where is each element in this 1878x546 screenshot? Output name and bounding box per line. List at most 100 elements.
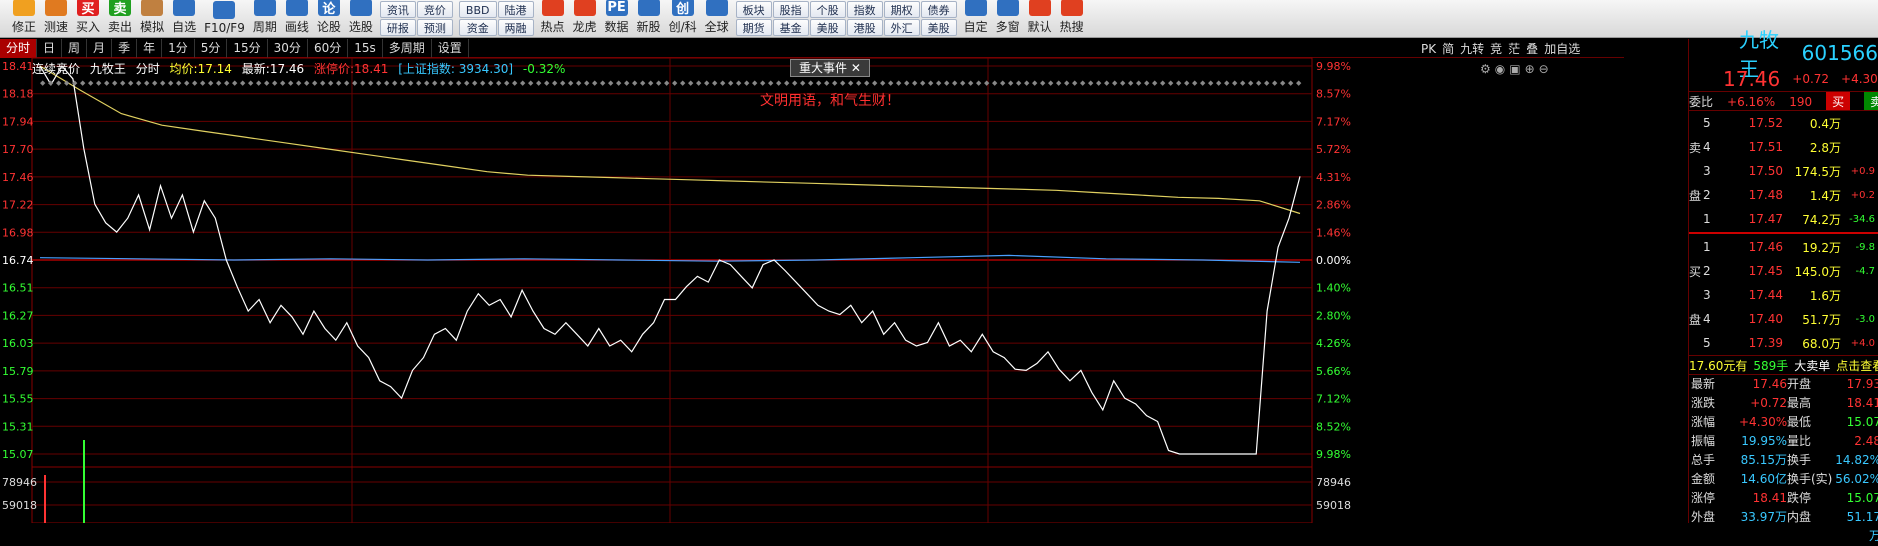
limit-label: 涨停价:: [314, 62, 355, 76]
event-marker: ◆: [1088, 79, 1094, 87]
buy-button[interactable]: 买: [1826, 92, 1851, 110]
event-marker: ◆: [728, 79, 734, 87]
limit-value: 18.41: [354, 62, 389, 76]
stat-value: 85.15万: [1740, 453, 1787, 467]
asks-level-1[interactable]: 5 17.52 0.4万: [1689, 111, 1878, 135]
event-marker: ◆: [592, 79, 598, 87]
event-marker: ◆: [1000, 79, 1006, 87]
event-marker: ◆: [872, 79, 878, 87]
chart-header: 连续竞价 九牧王 分时 均价:17.14 最新:17.46 涨停价:18.41 …: [32, 60, 1312, 76]
event-marker: ◆: [608, 79, 614, 87]
y-tick-right: 7.17%: [1316, 115, 1351, 128]
y-tick-right: 5.72%: [1316, 143, 1351, 156]
event-marker: ◆: [1232, 79, 1238, 87]
event-marker: ◆: [152, 79, 158, 87]
y-tick-left: 16.98: [2, 226, 34, 239]
asks-level-3[interactable]: 3 17.50 174.5万 +0.9: [1689, 159, 1878, 183]
event-marker: ◆: [888, 79, 894, 87]
level-change: +0.9: [1850, 165, 1875, 177]
zoom-out-icon[interactable]: ⊖: [1539, 62, 1549, 76]
stat-row: 涨停 18.41 跌停 15.07: [1689, 489, 1878, 508]
level-price: 17.45: [1748, 264, 1783, 278]
event-marker: ◆: [664, 79, 670, 87]
asks-level-2[interactable]: 卖 4 17.51 2.8万: [1689, 135, 1878, 159]
event-marker: ◆: [848, 79, 854, 87]
event-marker: ◆: [416, 79, 422, 87]
level-change: -9.8: [1855, 241, 1875, 253]
event-marker: ◆: [1128, 79, 1134, 87]
webi-value: +6.16%: [1727, 95, 1776, 109]
y-tick-right: 8.52%: [1316, 420, 1351, 433]
index-label[interactable]: [上证指数: 3934.30]: [398, 62, 513, 76]
event-marker: ◆: [616, 79, 622, 87]
event-marker: ◆: [1280, 79, 1286, 87]
stat-value: 18.41: [1752, 491, 1787, 505]
big-order-link[interactable]: 点击查看: [1836, 356, 1878, 374]
stat-label: 内盘: [1787, 510, 1812, 524]
stock-name: 九牧王: [89, 62, 126, 76]
settings-icon[interactable]: ⚙: [1480, 62, 1491, 76]
stat-label: 涨停: [1691, 491, 1716, 505]
level-price: 17.39: [1748, 336, 1783, 350]
close-icon[interactable]: ✕: [851, 61, 861, 75]
eye-icon[interactable]: ◉: [1495, 62, 1505, 76]
event-marker: ◆: [568, 79, 574, 87]
lock-icon[interactable]: ▣: [1509, 62, 1520, 76]
event-marker: ◆: [128, 79, 134, 87]
bids-level-5[interactable]: 5 17.39 68.0万 +4.0: [1689, 331, 1878, 355]
event-marker: ◆: [56, 79, 62, 87]
event-marker: ◆: [1016, 79, 1022, 87]
level-change: -4.7: [1855, 265, 1875, 277]
event-marker: ◆: [1032, 79, 1038, 87]
event-marker: ◆: [736, 79, 742, 87]
event-marker: ◆: [304, 79, 310, 87]
event-marker: ◆: [256, 79, 262, 87]
stat-label: 金额: [1691, 472, 1716, 486]
event-marker: ◆: [656, 79, 662, 87]
stat-row: 金额 14.60亿 换手(实) 56.02%: [1689, 470, 1878, 489]
y-tick-right: 0.00%: [1316, 254, 1351, 267]
event-marker: ◆: [1152, 79, 1158, 87]
stat-row: 振幅 19.95% 量比 2.48: [1689, 432, 1878, 451]
event-marker: ◆: [744, 79, 750, 87]
bids-level-3[interactable]: 3 17.44 1.6万: [1689, 283, 1878, 307]
event-marker: ◆: [752, 79, 758, 87]
stat-value: 18.41: [1846, 396, 1878, 410]
event-marker: ◆: [1104, 79, 1110, 87]
stat-label: 最低: [1787, 415, 1812, 429]
y-tick-left: 17.46: [2, 171, 34, 184]
event-marker: ◆: [704, 79, 710, 87]
y-tick-left: 15.31: [2, 420, 34, 433]
event-marker: ◆: [952, 79, 958, 87]
zoom-in-icon[interactable]: ⊕: [1525, 62, 1535, 76]
y-tick-left: 16.51: [2, 282, 34, 295]
stat-label: 外盘: [1691, 510, 1716, 524]
event-marker: ◆: [1080, 79, 1086, 87]
level-number: 4: [1703, 140, 1711, 154]
bids-level-2[interactable]: 买 2 17.45 145.0万 -4.7: [1689, 259, 1878, 283]
stat-value: 17.46: [1752, 377, 1787, 391]
webi-row: 委比 +6.16% 190 买卖: [1689, 91, 1878, 111]
y-tick-left: 15.79: [2, 365, 34, 378]
trade-mode: 连续竞价: [32, 62, 81, 76]
event-marker: ◆: [40, 79, 46, 87]
event-marker: ◆: [88, 79, 94, 87]
level-change: -3.0: [1855, 313, 1875, 325]
event-marker: ◆: [120, 79, 126, 87]
event-marker: ◆: [504, 79, 510, 87]
asks-level-5[interactable]: 1 17.47 74.2万 -34.6: [1689, 207, 1878, 231]
bids-level-4[interactable]: 盘 4 17.40 51.7万 -3.0: [1689, 307, 1878, 331]
event-marker: ◆: [184, 79, 190, 87]
major-event-button[interactable]: 重大事件 ✕: [790, 59, 870, 77]
event-marker: ◆: [880, 79, 886, 87]
period-label: 分时: [135, 62, 160, 76]
asks-level-4[interactable]: 盘 2 17.48 1.4万 +0.2: [1689, 183, 1878, 207]
y-tick-left: 16.03: [2, 337, 34, 350]
event-marker: ◆: [1184, 79, 1190, 87]
vol-tick-left: 59018: [2, 499, 37, 512]
event-marker: ◆: [1056, 79, 1062, 87]
sell-button[interactable]: 卖: [1864, 92, 1878, 110]
y-tick-left: 15.07: [2, 448, 34, 461]
bids-level-1[interactable]: 1 17.46 19.2万 -9.8: [1689, 235, 1878, 259]
event-marker: ◆: [480, 79, 486, 87]
